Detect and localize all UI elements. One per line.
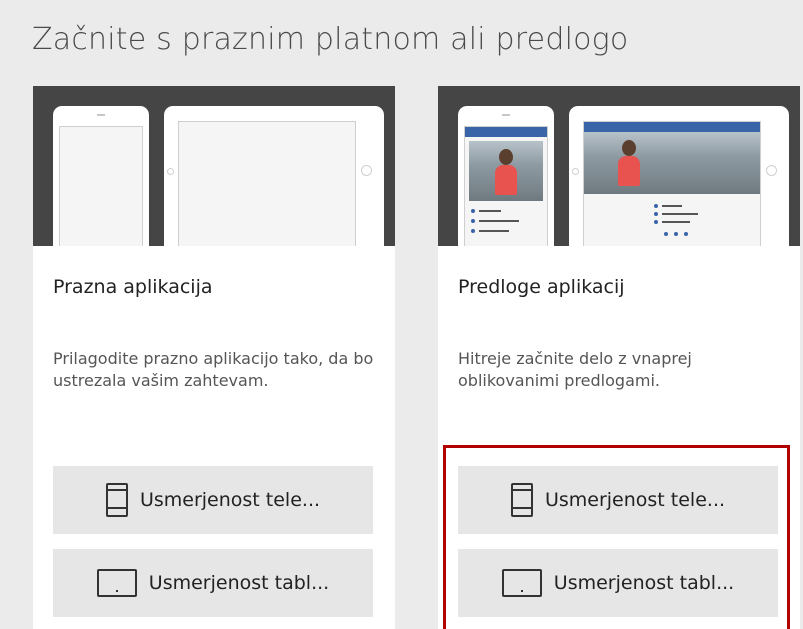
blank-app-card: Prazna aplikacija Prilagodite prazno apl… — [33, 86, 395, 629]
template-tablet-layout-button[interactable]: Usmerjenost tabl... — [458, 549, 778, 617]
phone-mockup — [53, 106, 149, 246]
blank-tablet-screen — [178, 121, 356, 246]
template-phone-screen — [464, 126, 548, 246]
button-label: Usmerjenost tabl... — [553, 572, 735, 594]
blank-phone-layout-button[interactable]: Usmerjenost tele... — [53, 466, 373, 534]
page-title: Začnite s praznim platnom ali predlogo — [32, 22, 629, 57]
template-preview — [438, 86, 800, 246]
tablet-mockup — [569, 106, 789, 246]
tablet-mockup — [164, 106, 384, 246]
app-templates-card: Predloge aplikacij Hitreje začnite delo … — [438, 86, 800, 629]
template-phone-layout-button[interactable]: Usmerjenost tele... — [458, 466, 778, 534]
card-title: Predloge aplikacij — [458, 276, 625, 298]
card-description: Prilagodite prazno aplikacijo tako, da b… — [53, 349, 374, 390]
blank-tablet-layout-button[interactable]: Usmerjenost tabl... — [53, 549, 373, 617]
phone-icon — [105, 483, 128, 517]
button-label: Usmerjenost tele... — [544, 489, 726, 511]
blank-app-preview — [33, 86, 395, 246]
phone-icon — [510, 483, 533, 517]
card-title: Prazna aplikacija — [53, 276, 213, 298]
phone-mockup — [458, 106, 554, 246]
template-tablet-screen — [583, 121, 761, 246]
template-photo — [584, 132, 760, 194]
tablet-icon — [501, 569, 542, 597]
template-photo — [469, 141, 543, 201]
tablet-icon — [96, 569, 137, 597]
card-description: Hitreje začnite delo z vnaprej oblikovan… — [458, 349, 692, 390]
button-label: Usmerjenost tabl... — [148, 572, 330, 594]
blank-phone-screen — [59, 126, 143, 246]
button-label: Usmerjenost tele... — [139, 489, 321, 511]
